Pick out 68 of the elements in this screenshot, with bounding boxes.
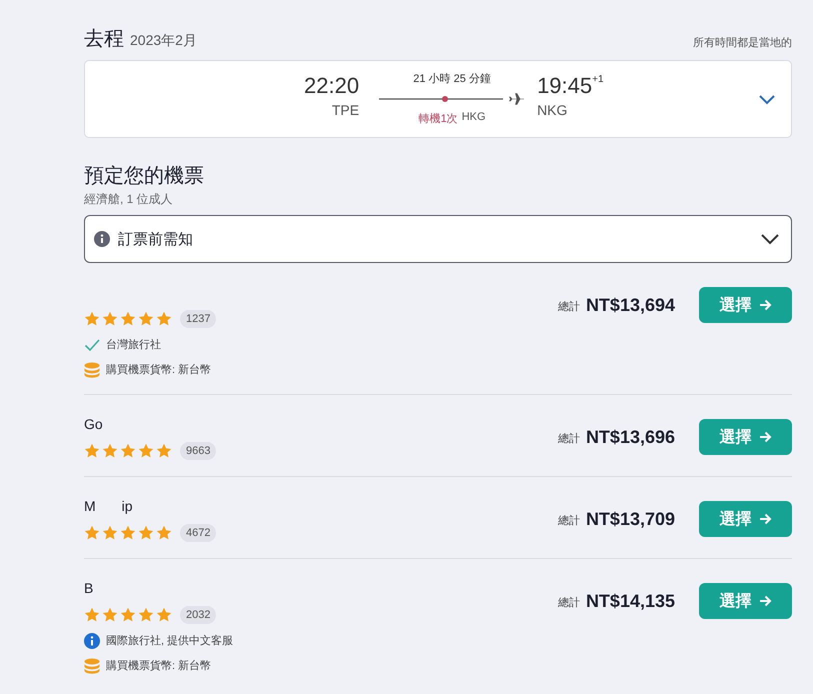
info-icon: [94, 231, 110, 247]
review-count: 4672: [180, 524, 216, 542]
notice-label: 訂票前需知: [118, 230, 194, 248]
select-button[interactable]: 選擇: [699, 419, 792, 455]
provider-name: M: [84, 497, 96, 516]
star-icon: [156, 525, 172, 541]
flight-date: 2023年2月: [130, 32, 197, 50]
star-icon: [138, 607, 154, 623]
coin-stack-icon: [84, 362, 100, 378]
star-icon: [156, 607, 172, 623]
arrow-icon: [758, 431, 772, 443]
time-note: 所有時間都是當地的: [693, 36, 792, 51]
star-icon: [138, 311, 154, 327]
arrival-airport: NKG: [537, 102, 568, 118]
star-icon: [156, 443, 172, 459]
check-icon: [84, 336, 100, 352]
arrow-icon: [758, 299, 772, 311]
star-icon: [120, 311, 136, 327]
star-icon: [120, 443, 136, 459]
layover-airport: HKG: [462, 111, 486, 125]
review-count: 2032: [180, 606, 216, 624]
info-icon: [84, 632, 100, 648]
star-icon: [156, 311, 172, 327]
provider-feature: 台灣旅行社: [106, 338, 161, 352]
star-icon: [120, 607, 136, 623]
star-icon: [84, 443, 100, 459]
section-title: 預定您的機票: [84, 164, 205, 188]
total-label: 總計: [558, 300, 580, 314]
provider-feature: 購買機票貨幣: 新台幣: [106, 362, 212, 377]
departure-time: 22:20: [304, 72, 360, 100]
provider-feature: 購買機票貨幣: 新台幣: [106, 658, 212, 673]
star-icon: [102, 525, 118, 541]
stop-count: 轉機1次: [418, 112, 458, 126]
total-label: 總計: [558, 596, 580, 610]
price: NT$13,696: [586, 426, 675, 448]
select-button[interactable]: 選擇: [699, 583, 792, 619]
star-icon: [138, 525, 154, 541]
departure-airport: TPE: [332, 102, 360, 118]
arrow-icon: [758, 595, 772, 607]
section-title: 去程: [84, 27, 124, 52]
star-icon: [84, 607, 100, 623]
provider-name: Go: [84, 415, 103, 434]
star-icon: [102, 443, 118, 459]
star-icon: [84, 311, 100, 327]
star-icon: [84, 525, 100, 541]
star-icon: [102, 311, 118, 327]
flight-duration: 21 小時 25 分鐘: [413, 72, 491, 86]
star-icon: [120, 525, 136, 541]
passenger-info: 經濟艙, 1 位成人: [84, 191, 174, 207]
day-offset: +1: [592, 74, 604, 85]
coin-stack-icon: [84, 658, 100, 674]
review-count: 9663: [180, 442, 216, 460]
price: NT$13,694: [586, 294, 675, 316]
select-button[interactable]: 選擇: [699, 501, 792, 537]
star-icon: [138, 443, 154, 459]
total-label: 總計: [558, 514, 580, 528]
total-label: 總計: [558, 432, 580, 446]
review-count: 1237: [180, 310, 216, 328]
select-button[interactable]: 選擇: [699, 287, 792, 323]
arrival-time: 19:45: [537, 72, 592, 100]
price: NT$14,135: [586, 590, 675, 612]
arrow-icon: [758, 513, 772, 525]
price: NT$13,709: [586, 508, 675, 530]
star-icon: [102, 607, 118, 623]
provider-feature: 國際旅行社, 提供中文客服: [106, 634, 234, 648]
provider-name: B: [84, 579, 94, 598]
notice-dropdown[interactable]: 訂票前需知: [84, 215, 792, 263]
provider-name: ip: [122, 497, 133, 516]
